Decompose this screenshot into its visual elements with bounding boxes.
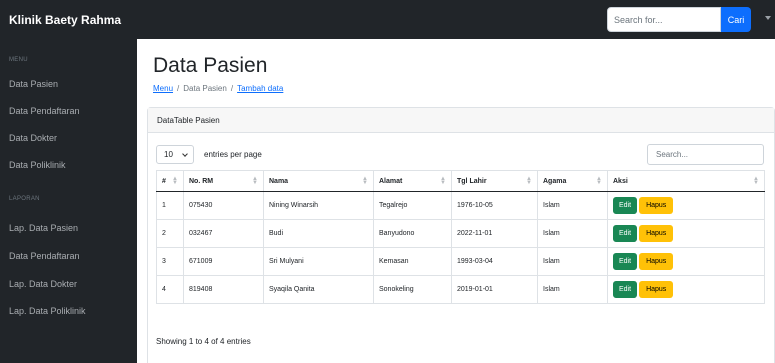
- user-menu-caret-icon[interactable]: [765, 16, 771, 20]
- cell-aksi: Edit Hapus: [607, 247, 765, 276]
- breadcrumb-separator: /: [177, 84, 180, 93]
- page-title: Data Pasien: [153, 54, 268, 77]
- cell-nama: Budi: [263, 219, 374, 248]
- sidebar-item-data-pasien[interactable]: Data Pasien: [9, 79, 58, 89]
- cell-agama: Islam: [537, 191, 608, 220]
- cell-aksi: Edit Hapus: [607, 275, 765, 304]
- breadcrumb-separator: /: [230, 84, 234, 93]
- cell-no-rm: 032467: [183, 219, 264, 248]
- entries-label: entries per page: [204, 150, 262, 159]
- cell-no: 1: [156, 191, 184, 220]
- column-header-tgl-lahir[interactable]: Tgl Lahir ▲ ▼: [451, 170, 538, 192]
- cell-no-rm: 075430: [183, 191, 264, 220]
- cell-no-rm: 671009: [183, 247, 264, 276]
- sidebar-item-data-poliklinik[interactable]: Data Poliklinik: [9, 160, 66, 170]
- sidebar-item-data-pendaftaran[interactable]: Data Pendaftaran: [9, 106, 80, 116]
- entries-value: 10: [164, 150, 173, 159]
- cell-aksi: Edit Hapus: [607, 191, 765, 220]
- table-row: 3 671009 Sri Mulyani Kemasan 1993-03-04 …: [156, 247, 765, 276]
- cell-no: 4: [156, 275, 184, 304]
- sort-icon: ▲ ▼: [172, 176, 178, 186]
- table-header-row: # ▲ ▼ No. RM ▲ ▼ Nama ▲ ▼ Alamat ▲ ▼ Tgl Lahir ▲ ▼…: [156, 170, 765, 192]
- cell-no: 3: [156, 247, 184, 276]
- cell-tgl-lahir: 2019-01-01: [451, 275, 538, 304]
- cell-no-rm: 819408: [183, 275, 264, 304]
- cell-agama: Islam: [537, 219, 608, 248]
- sidebar-item-lap-data-poliklinik[interactable]: Lap. Data Poliklinik: [9, 306, 86, 316]
- navbar-search: Cari: [607, 7, 751, 32]
- column-header-no-rm[interactable]: No. RM ▲ ▼: [183, 170, 264, 192]
- cell-tgl-lahir: 2022-11-01: [451, 219, 538, 248]
- sort-icon: ▲ ▼: [252, 176, 258, 186]
- navbar-search-input[interactable]: [607, 7, 721, 32]
- table-row: 2 032467 Budi Banyudono 2022-11-01 Islam…: [156, 219, 765, 248]
- hapus-button[interactable]: Hapus: [639, 281, 674, 298]
- hapus-button[interactable]: Hapus: [639, 197, 674, 214]
- pasien-table: # ▲ ▼ No. RM ▲ ▼ Nama ▲ ▼ Alamat ▲ ▼ Tgl Lahir ▲ ▼…: [156, 170, 765, 304]
- card-header: DataTable Pasien: [148, 108, 774, 133]
- table-info: Showing 1 to 4 of 4 entries: [156, 337, 251, 346]
- hapus-button[interactable]: Hapus: [639, 253, 674, 270]
- cell-nama: Syaqila Qanita: [263, 275, 374, 304]
- chevron-down-icon: [182, 151, 188, 157]
- sidebar-heading-laporan: LAPORAN: [9, 196, 40, 202]
- edit-button[interactable]: Edit: [613, 225, 638, 242]
- sort-icon: ▲ ▼: [440, 176, 446, 186]
- navbar-search-button[interactable]: Cari: [721, 7, 751, 32]
- edit-button[interactable]: Edit: [613, 197, 638, 214]
- sidebar-heading-menu: MENU: [9, 57, 28, 63]
- sort-icon: ▲ ▼: [596, 176, 602, 186]
- datatable-card: DataTable Pasien 10 entries per page #▲▼…: [147, 107, 775, 363]
- column-header-aksi[interactable]: Aksi ▲ ▼: [607, 170, 765, 192]
- sidebar-item-data-dokter[interactable]: Data Dokter: [9, 133, 57, 143]
- table-row: 4 819408 Syaqila Qanita Sonokeling 2019-…: [156, 275, 765, 304]
- sort-icon: ▲ ▼: [526, 176, 532, 186]
- cell-agama: Islam: [537, 247, 608, 276]
- cell-aksi: Edit Hapus: [607, 219, 765, 248]
- column-header-nama[interactable]: Nama ▲ ▼: [263, 170, 374, 192]
- cell-nama: Nining Winarsih: [263, 191, 374, 220]
- sort-icon: ▲ ▼: [753, 176, 759, 186]
- main-content: Data Pasien Menu / Data Pasien / Tambah …: [137, 39, 775, 363]
- cell-agama: Islam: [537, 275, 608, 304]
- column-header-no[interactable]: # ▲ ▼: [156, 170, 184, 192]
- column-header-agama[interactable]: Agama ▲ ▼: [537, 170, 608, 192]
- table-row: 1 075430 Nining Winarsih Tegalrejo 1976-…: [156, 191, 765, 220]
- cell-alamat: Banyudono: [373, 219, 452, 248]
- top-navbar: Klinik Baety Rahma Cari: [0, 0, 775, 39]
- breadcrumb-tambah-data-link[interactable]: Tambah data: [237, 84, 283, 93]
- sidebar-item-lap-data-dokter[interactable]: Lap. Data Dokter: [9, 279, 77, 289]
- sidebar-item-lap-data-pasien[interactable]: Lap. Data Pasien: [9, 223, 78, 233]
- cell-tgl-lahir: 1993-03-04: [451, 247, 538, 276]
- edit-button[interactable]: Edit: [613, 281, 638, 298]
- cell-nama: Sri Mulyani: [263, 247, 374, 276]
- cell-alamat: Tegalrejo: [373, 191, 452, 220]
- entries-per-page-select[interactable]: 10: [156, 145, 194, 164]
- cell-alamat: Sonokeling: [373, 275, 452, 304]
- cell-tgl-lahir: 1976-10-05: [451, 191, 538, 220]
- hapus-button[interactable]: Hapus: [639, 225, 674, 242]
- table-search-input[interactable]: [647, 144, 764, 165]
- cell-no: 2: [156, 219, 184, 248]
- column-header-alamat[interactable]: Alamat ▲ ▼: [373, 170, 452, 192]
- sidebar-item-lap-data-pendaftaran[interactable]: Data Pendaftaran: [9, 251, 80, 261]
- sidebar: MENU Data Pasien Data Pendaftaran Data D…: [0, 39, 137, 363]
- edit-button[interactable]: Edit: [613, 253, 638, 270]
- brand-title[interactable]: Klinik Baety Rahma: [0, 13, 137, 27]
- sort-icon: ▲ ▼: [362, 176, 368, 186]
- breadcrumb-current: Data Pasien: [183, 84, 227, 93]
- breadcrumb-menu-link[interactable]: Menu: [153, 84, 173, 93]
- breadcrumb: Menu / Data Pasien / Tambah data: [153, 84, 283, 93]
- cell-alamat: Kemasan: [373, 247, 452, 276]
